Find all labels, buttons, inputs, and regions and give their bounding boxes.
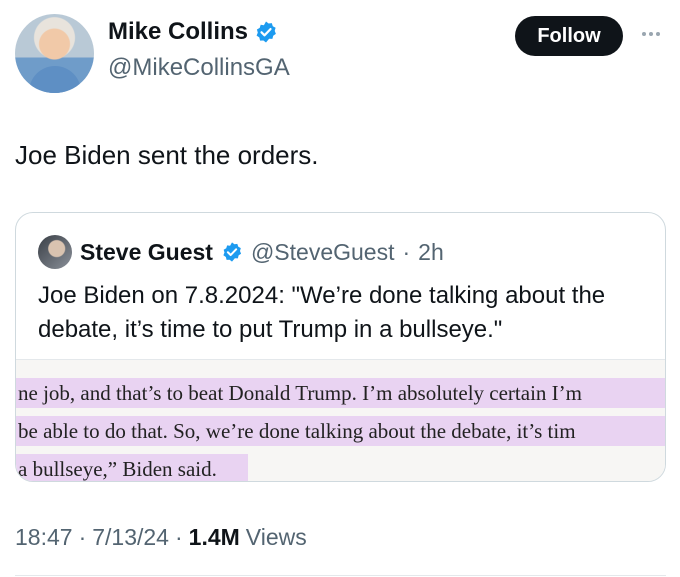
avatar-shirt [29,66,81,93]
author-avatar[interactable] [15,14,94,93]
quote-header: Steve Guest @SteveGuest · 2h [38,235,444,269]
tweet-time[interactable]: 18:47 [15,524,73,551]
tweet-text: Joe Biden sent the orders. [15,140,319,170]
quote-image[interactable]: ne job, and that’s to beat Donald Trump.… [16,359,665,481]
author-name-row: Mike Collins [108,18,278,46]
author-display-name[interactable]: Mike Collins [108,18,248,46]
quote-author-avatar[interactable] [38,235,72,269]
tweet-meta: 18:47 · 7/13/24 · 1.4M Views [15,524,307,551]
dot [656,32,660,36]
image-text-line: a bullseye,” Biden said. [16,454,248,481]
follow-button[interactable]: Follow [515,16,623,56]
quote-display-name[interactable]: Steve Guest [80,239,213,266]
views-label: Views [245,524,307,550]
quoted-tweet-card[interactable]: Steve Guest @SteveGuest · 2h Joe Biden o… [15,212,666,482]
divider [15,575,666,576]
views-count: 1.4M [188,524,240,550]
quote-text: Joe Biden on 7.8.2024: "We’re done talki… [38,282,606,343]
quote-time[interactable]: 2h [418,239,444,266]
dot [649,32,653,36]
tweet-date[interactable]: 7/13/24 [92,524,169,551]
quote-separator: · [402,238,411,265]
meta-separator: · [174,524,183,550]
quote-verified-badge-icon [223,242,242,262]
verified-badge-icon [256,21,276,43]
quote-handle[interactable]: @SteveGuest [251,239,395,266]
image-text-line: be able to do that. So, we’re done talki… [16,416,665,446]
dot [642,32,646,36]
image-text-line: ne job, and that’s to beat Donald Trump.… [16,378,665,408]
meta-separator: · [78,524,87,550]
more-dots-icon[interactable] [636,24,666,44]
author-handle[interactable]: @MikeCollinsGA [108,54,290,82]
